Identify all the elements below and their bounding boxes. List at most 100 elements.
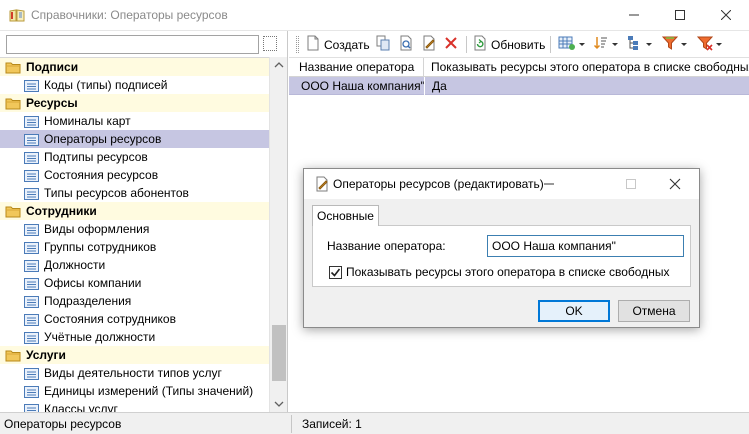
tree-item-label: Учётные должности [44,330,156,344]
tree-group[interactable]: Ресурсы [0,94,269,112]
ok-button[interactable]: OK [538,300,610,322]
tree-item[interactable]: Группы сотрудников [0,238,269,256]
cell-show-resources: Да [432,79,447,93]
column-header-show-resources[interactable]: Показывать ресурсы этого оператора в спи… [424,58,749,77]
minimize-button[interactable] [611,0,657,30]
copy-icon [375,35,391,54]
table-row[interactable]: ООО Наша компания" Да [289,77,749,95]
window-title: Справочники: Операторы ресурсов [31,8,228,22]
tree-item[interactable]: Подтипы ресурсов [0,148,269,166]
edit-icon [421,35,437,54]
refresh-button-label: Обновить [491,37,546,52]
tree-item[interactable]: Коды (типы) подписей [0,76,269,94]
maximize-button[interactable] [657,0,703,30]
tab-page-main: Название оператора: ООО Наша компания" П… [312,225,691,287]
grid-header: Название оператора Показывать ресурсы эт… [289,58,749,77]
tab-main[interactable]: Основные [312,205,379,226]
reference-tree: Подписи Коды (типы) подписей Ресурсы Номина… [0,57,269,412]
scrollbar-thumb[interactable] [272,325,286,381]
sort-icon [593,35,609,54]
tree-group-label: Услуги [26,348,66,362]
operator-name-field[interactable]: ООО Наша компания" [487,235,684,257]
navigation-panel: Подписи Коды (типы) подписей Ресурсы Номина… [0,31,288,412]
show-resources-label[interactable]: Показывать ресурсы этого оператора в спи… [346,265,669,279]
tree-item-label: Должности [44,258,106,272]
tree-item[interactable]: Типы ресурсов абонентов [0,184,269,202]
edit-operator-dialog: Операторы ресурсов (редактировать) Основ… [303,168,700,328]
column-divider [424,77,425,95]
tree-item-label: Офисы компании [44,276,142,290]
delete-button[interactable] [443,35,459,54]
search-options-button[interactable] [263,36,277,51]
tree-item[interactable]: Виды деятельности типов услуг [0,364,269,382]
scroll-down-arrow-icon[interactable] [270,396,288,412]
sort-dropdown[interactable] [593,35,618,54]
filter-dropdown[interactable] [661,35,687,54]
tree-group-label: Подписи [26,60,79,74]
copy-button[interactable] [375,35,391,54]
tree-item-label: Номиналы карт [44,114,131,128]
refresh-button[interactable]: Обновить [472,35,545,54]
dialog-close-button[interactable] [658,173,692,195]
edit-pencil-icon [314,176,330,195]
view-button[interactable] [398,35,414,54]
tree-item[interactable]: Виды оформления [0,220,269,238]
clear-filter-icon [696,35,714,54]
cell-operator-name: ООО Наша компания" [301,79,425,93]
tree-item-label: Операторы ресурсов [44,132,162,146]
tree-item-label: Виды оформления [44,222,150,236]
main-toolbar: Создать Обновить [289,31,749,58]
status-divider [291,415,292,433]
toolbar-separator [466,36,467,53]
tree-scrollbar[interactable] [269,57,287,412]
tree-item[interactable]: Классы услуг [0,400,269,412]
chevron-down-icon [612,43,618,46]
operator-name-label: Название оператора: [327,239,446,253]
close-button[interactable] [703,0,749,30]
tree-item-label: Коды (типы) подписей [44,78,168,92]
grid-settings-dropdown[interactable] [558,35,585,54]
tree-item-label: Подтипы ресурсов [44,150,148,164]
list-icon [24,403,39,412]
tree-item[interactable]: Единицы измерений (Типы значений) [0,382,269,400]
tree-item-label: Состояния ресурсов [44,168,159,182]
tree-item[interactable]: Учётные должности [0,328,269,346]
column-header-operator-name[interactable]: Название оператора [289,58,424,77]
filter-icon [661,35,679,54]
checkmark-icon [330,268,341,277]
tree-item[interactable]: Должности [0,256,269,274]
status-current-reference: Операторы ресурсов [4,417,122,431]
cancel-button[interactable]: Отмена [618,300,690,322]
tree-group-label: Сотрудники [26,204,97,218]
show-resources-checkbox[interactable] [329,266,342,279]
dialog-title: Операторы ресурсов (редактировать) [333,177,544,191]
new-document-icon [305,35,321,54]
tree-item[interactable]: Номиналы карт [0,112,269,130]
grid-settings-icon [558,35,576,54]
dialog-minimize-button[interactable] [532,173,566,195]
dialog-titlebar: Операторы ресурсов (редактировать) [304,169,699,199]
tree-icon [627,35,643,54]
tree-item-label: Виды деятельности типов услуг [44,366,222,380]
tree-item[interactable]: Офисы компании [0,274,269,292]
tree-item[interactable]: Состояния сотрудников [0,310,269,328]
tree-view-dropdown[interactable] [627,35,652,54]
create-button[interactable]: Создать [305,35,370,54]
tree-item-selected[interactable]: Операторы ресурсов [0,130,269,148]
tree-group-label: Ресурсы [26,96,78,110]
tree-item[interactable]: Состояния ресурсов [0,166,269,184]
tree-search-input[interactable] [6,35,259,54]
tree-group[interactable]: Услуги [0,346,269,364]
toolbar-grip [296,36,299,53]
scroll-up-arrow-icon[interactable] [270,57,288,73]
tree-item-label: Группы сотрудников [44,240,157,254]
view-icon [398,35,414,54]
tree-item-label: Подразделения [44,294,132,308]
book-icon [9,9,25,22]
dialog-maximize-button[interactable] [614,173,648,195]
clear-filter-dropdown[interactable] [696,35,722,54]
tree-item[interactable]: Подразделения [0,292,269,310]
tree-group[interactable]: Сотрудники [0,202,269,220]
tree-group[interactable]: Подписи [0,58,269,76]
edit-button[interactable] [421,35,437,54]
